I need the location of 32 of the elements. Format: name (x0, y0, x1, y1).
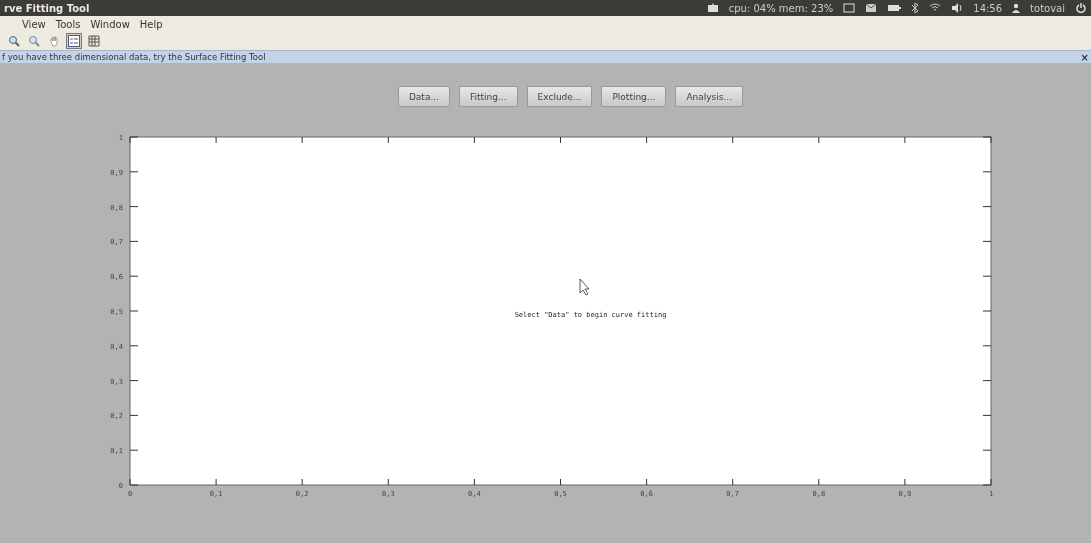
menu-button[interactable]: Exclude... (526, 86, 593, 107)
legend-icon (68, 35, 80, 47)
power-icon[interactable] (1075, 2, 1087, 14)
menu-button[interactable]: Fitting... (459, 86, 518, 107)
wifi-icon[interactable] (929, 3, 942, 13)
person-icon (1012, 3, 1021, 13)
info-message: f you have three dimensional data, try the Surface Fitting Tool (2, 52, 266, 62)
menu-button[interactable]: Plotting... (601, 86, 667, 107)
hand-icon (48, 35, 60, 47)
menu-item[interactable]: Window (90, 18, 130, 30)
menu-button[interactable]: Data... (397, 86, 450, 107)
bluetooth-icon[interactable] (911, 2, 920, 14)
speaker-icon[interactable] (951, 3, 964, 13)
grid-icon (88, 35, 100, 47)
clock[interactable]: 14:56 (973, 2, 1003, 14)
system-monitor[interactable]: cpu: 04% mem: 23% (728, 2, 834, 14)
mouse-pointer-icon (579, 278, 590, 296)
menu-item[interactable]: View (22, 18, 46, 30)
toolbar-button[interactable] (6, 33, 22, 49)
zoom-out-icon (28, 35, 40, 47)
menu-item[interactable]: Tools (55, 18, 81, 30)
toolbar-button[interactable] (86, 33, 102, 49)
close-button[interactable]: × (1080, 51, 1089, 63)
screen-icon[interactable] (843, 3, 856, 13)
mail-icon[interactable] (865, 3, 878, 13)
user-name[interactable]: totovai (1030, 2, 1065, 14)
menu-item[interactable]: Help (139, 18, 163, 30)
toolbar-button[interactable] (66, 33, 82, 49)
window-title: rve Fitting Tool (4, 2, 91, 14)
battery-icon[interactable] (887, 3, 902, 13)
menu-button[interactable]: Analysis... (675, 86, 744, 107)
zoom-in-icon (8, 35, 20, 47)
